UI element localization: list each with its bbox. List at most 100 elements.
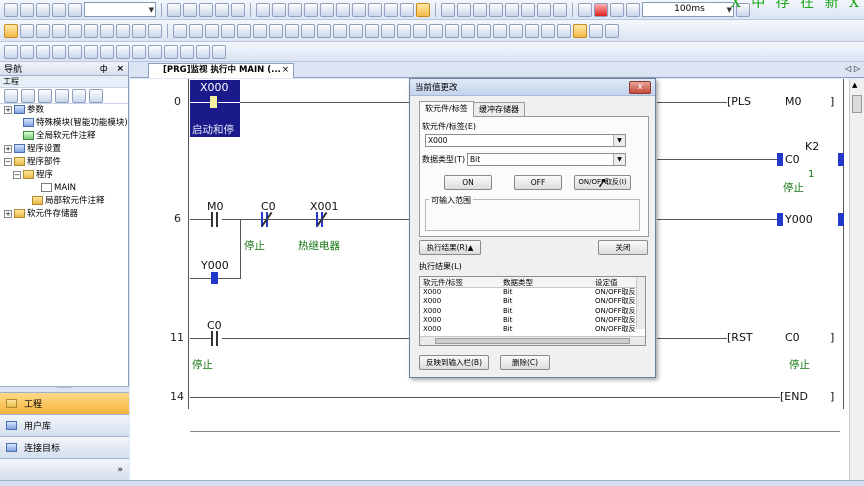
tab-buffer-memory[interactable]: 缓冲存储器 (473, 102, 525, 117)
tree-item[interactable]: + 程序设置 (0, 143, 128, 156)
ladder-contact-icon[interactable] (173, 23, 187, 38)
expand-icon[interactable]: + (4, 105, 12, 114)
tab-close-icon[interactable]: × (282, 64, 289, 77)
ladder-falling-icon[interactable] (349, 23, 363, 38)
expand-icon[interactable]: + (4, 209, 12, 218)
sfc-merge-icon[interactable] (84, 44, 98, 59)
ladder-delete-vline-icon[interactable] (317, 23, 331, 38)
ladder-convert-icon[interactable] (557, 23, 571, 38)
coil-y000[interactable]: Y000 (785, 213, 813, 226)
collapse-icon[interactable]: − (4, 157, 12, 166)
device-combo[interactable]: X000 (425, 134, 626, 147)
table-row[interactable]: X000 Bit ON/OFF取反 (420, 316, 645, 325)
tree-item[interactable]: 全局软元件注释 (0, 130, 128, 143)
write-icon[interactable] (336, 2, 350, 17)
device-icon[interactable] (505, 2, 519, 17)
collapse-icon[interactable]: − (13, 170, 21, 179)
coil-c0[interactable]: C0 (785, 153, 800, 166)
project-icon[interactable] (4, 23, 18, 38)
table-row[interactable]: X000 Bit ON/OFF取反 (420, 288, 645, 297)
rst-instruction[interactable]: [RST (727, 331, 753, 344)
sfc-comment-icon[interactable] (132, 44, 146, 59)
scroll-up-icon[interactable]: ▲ (852, 81, 857, 89)
ladder-delete-hline-icon[interactable] (301, 23, 315, 38)
find-icon[interactable] (38, 88, 52, 103)
ladder-step-icon[interactable] (461, 23, 475, 38)
reflect-to-input-button[interactable]: 反映到输入栏(B) (419, 355, 489, 370)
contact-c0-no[interactable] (211, 331, 218, 346)
result-table-hscroll-thumb[interactable] (435, 338, 630, 344)
properties-icon[interactable] (72, 88, 86, 103)
ladder-instruction-icon[interactable] (253, 23, 267, 38)
output-icon[interactable] (68, 23, 82, 38)
toolbar-combo[interactable] (84, 2, 156, 17)
result-table-hscroll[interactable] (420, 336, 645, 345)
comment-icon[interactable] (521, 2, 535, 17)
cross-reference-icon[interactable] (84, 23, 98, 38)
undo-icon[interactable] (215, 2, 229, 17)
sfc-percent-icon[interactable] (196, 44, 210, 59)
close-icon[interactable]: × (116, 64, 124, 74)
vertical-scrollbar[interactable]: ▲ (849, 79, 864, 480)
vertical-scroll-thumb[interactable] (852, 95, 862, 113)
simulation-stop-icon[interactable] (578, 2, 592, 17)
ladder-mc-icon[interactable] (541, 23, 555, 38)
delete-button[interactable]: 删除(C) (500, 355, 550, 370)
execution-result-table[interactable]: 软元件/标签 数据类型 设定值 X000 Bit ON/OFF取反 X000 Bit ON… (419, 276, 646, 346)
table-row[interactable]: X000 Bit ON/OFF取反 (420, 325, 645, 334)
contact-m0[interactable] (211, 212, 218, 227)
tree-item[interactable]: 局部软元件注释 (0, 195, 128, 208)
ladder-nc-contact-icon[interactable] (189, 23, 203, 38)
run-icon[interactable] (594, 2, 608, 17)
sfc-list-icon[interactable] (180, 44, 194, 59)
copy-icon[interactable] (183, 2, 197, 17)
expand-icon[interactable]: + (4, 144, 12, 153)
ladder-parallel-icon[interactable] (205, 23, 219, 38)
open-folder-icon[interactable] (20, 2, 34, 17)
contact-y000-label[interactable]: Y000 (201, 259, 229, 272)
ladder-delete-line-icon[interactable] (445, 23, 459, 38)
ladder-invert-icon[interactable] (397, 23, 411, 38)
result-table-vscroll[interactable] (636, 277, 645, 329)
ladder-zoom-icon[interactable] (589, 23, 603, 38)
tab-scroll-arrows[interactable]: ◁ ▷ (845, 64, 860, 73)
project-view-button[interactable]: 工程 (0, 392, 129, 414)
navigation-icon[interactable] (20, 23, 34, 38)
tree-item[interactable]: − 程序部件 (0, 156, 128, 169)
window-icon[interactable] (68, 2, 82, 17)
contact-y000-energized[interactable] (211, 272, 218, 284)
close-button[interactable]: 关闭 (598, 240, 648, 255)
paste-icon[interactable] (199, 2, 213, 17)
ladder-jump-icon[interactable] (525, 23, 539, 38)
sfc-block-icon[interactable] (164, 44, 178, 59)
ladder-rising-parallel-icon[interactable] (365, 23, 379, 38)
device-list-icon[interactable] (304, 2, 318, 17)
tree-item[interactable]: + 参数 (0, 104, 128, 117)
datatype-combo[interactable]: Bit (467, 153, 626, 166)
more-button[interactable]: » (0, 458, 129, 480)
watch-window-icon[interactable] (116, 23, 130, 38)
sfc-jump-icon[interactable] (36, 44, 50, 59)
tab-device-label[interactable]: 软元件/标签 (419, 101, 474, 117)
step-icon[interactable] (441, 2, 455, 17)
diagnostics-icon[interactable] (148, 23, 162, 38)
sfc-line-icon[interactable] (116, 44, 130, 59)
find-icon[interactable] (256, 2, 270, 17)
column-datatype[interactable]: 数据类型 (500, 277, 592, 287)
pls-device[interactable]: M0 (785, 95, 802, 108)
ladder-hline-icon[interactable] (269, 23, 283, 38)
library-icon[interactable] (36, 23, 50, 38)
zoom-out-icon[interactable] (473, 2, 487, 17)
cut-icon[interactable] (167, 2, 181, 17)
on-button[interactable]: ON (444, 175, 492, 190)
connection-destination-button[interactable]: 连接目标 (0, 436, 129, 458)
contact-x000-label[interactable]: X000 (200, 81, 229, 94)
zoom-in-icon[interactable] (457, 2, 471, 17)
new-file-icon[interactable] (4, 2, 18, 17)
ladder-monitor-icon[interactable] (573, 23, 587, 38)
speed-combo[interactable]: 100ms (642, 2, 734, 17)
sfc-delete-icon[interactable] (212, 44, 226, 59)
print-icon[interactable] (52, 2, 66, 17)
label-icon[interactable] (400, 2, 414, 17)
user-library-button[interactable]: 用户库 (0, 414, 129, 436)
